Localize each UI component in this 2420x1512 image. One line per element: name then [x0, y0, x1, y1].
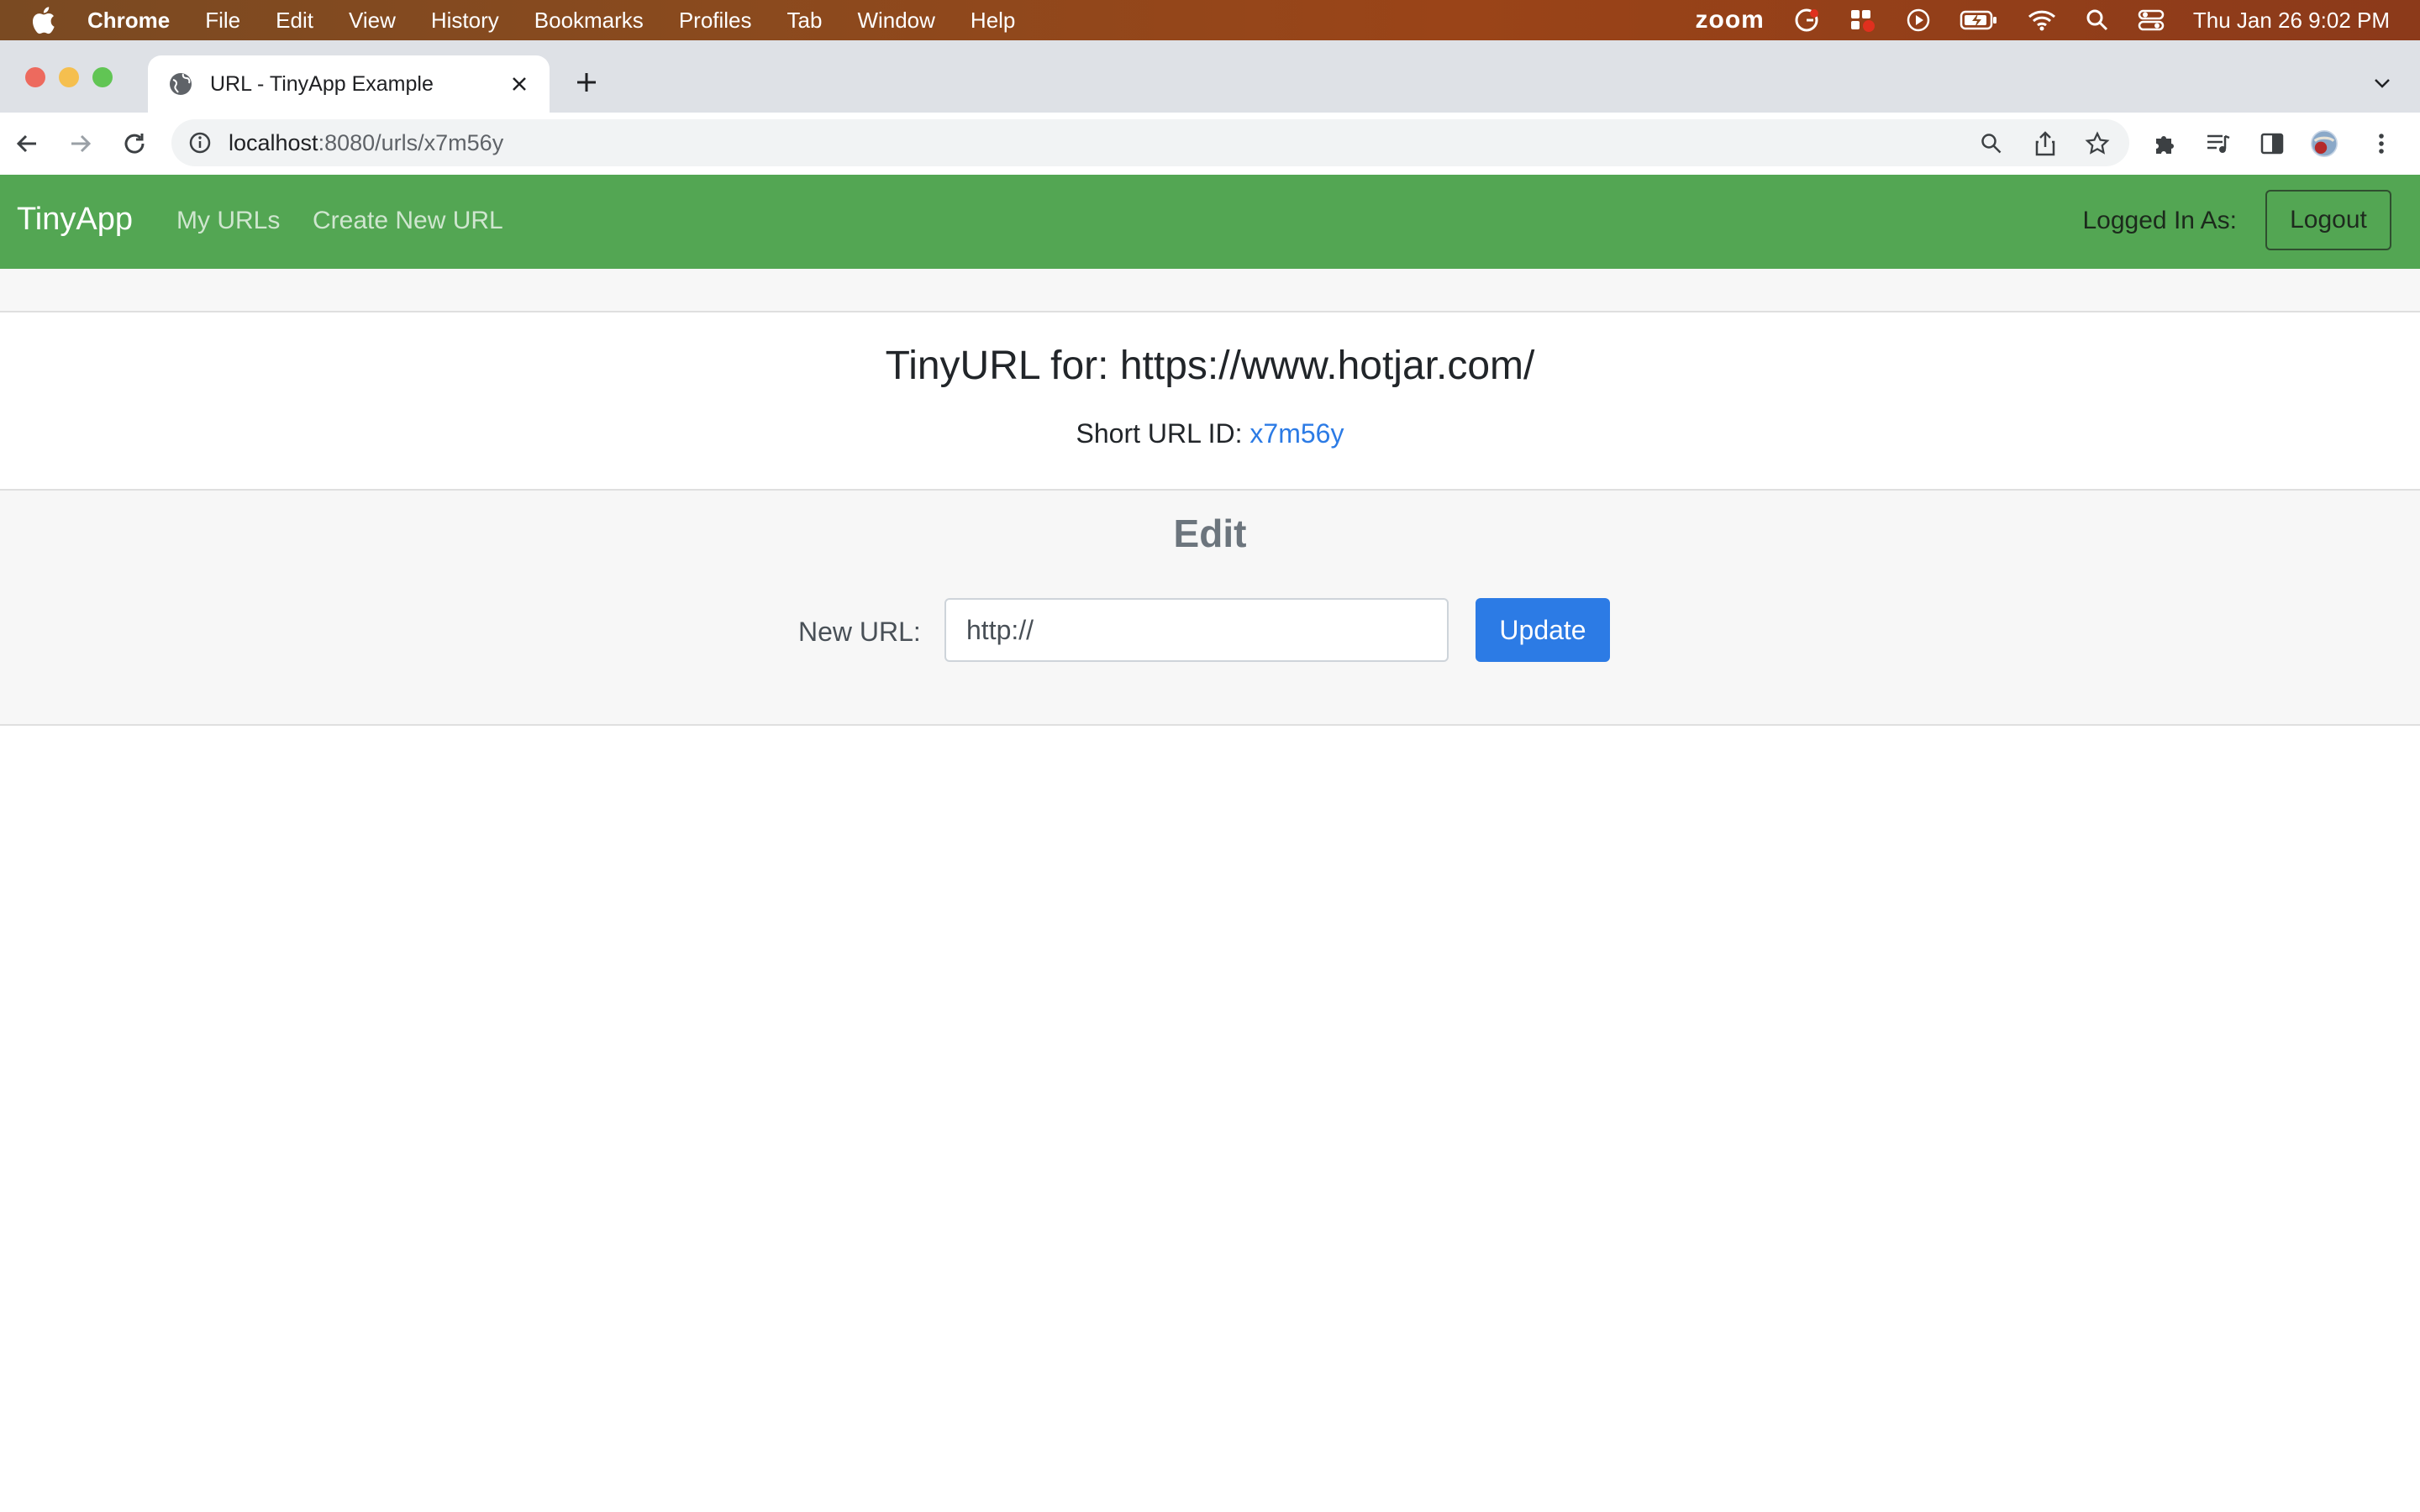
window-minimize-button[interactable] [59, 67, 79, 87]
logout-button[interactable]: Logout [2265, 190, 2391, 250]
update-button[interactable]: Update [1476, 598, 1610, 662]
share-icon[interactable] [2032, 130, 2059, 157]
menu-view[interactable]: View [349, 8, 396, 34]
spotlight-search-icon[interactable] [2086, 8, 2109, 32]
card-header [0, 269, 2420, 312]
address-url[interactable]: localhost:8080/urls/x7m56y [229, 130, 503, 156]
short-url-line: Short URL ID: x7m56y [0, 418, 2420, 449]
chrome-menu-kebab-icon[interactable] [2368, 130, 2395, 157]
side-panel-icon[interactable] [2259, 130, 2286, 157]
reload-icon[interactable] [118, 127, 151, 160]
notification-badge-icon[interactable] [1849, 7, 1877, 34]
play-icon[interactable] [1906, 8, 1931, 33]
site-info-icon[interactable] [188, 131, 212, 155]
menu-help[interactable]: Help [971, 8, 1015, 34]
menu-file[interactable]: File [205, 8, 240, 34]
bookmark-star-icon[interactable] [2084, 130, 2111, 157]
menu-bookmarks[interactable]: Bookmarks [534, 8, 644, 34]
url-host: localhost [229, 130, 318, 155]
menu-profiles[interactable]: Profiles [679, 8, 752, 34]
profile-avatar[interactable] [2311, 130, 2338, 157]
short-url-label: Short URL ID: [1076, 418, 1243, 449]
macos-menubar: Chrome File Edit View History Bookmarks … [0, 0, 2420, 40]
window-close-button[interactable] [25, 67, 45, 87]
new-url-input[interactable] [944, 598, 1449, 662]
window-zoom-button[interactable] [92, 67, 113, 87]
wifi-icon[interactable] [2027, 8, 2057, 32]
menubar-clock[interactable]: Thu Jan 26 9:02 PM [2193, 8, 2390, 34]
control-center-icon[interactable] [2138, 8, 2165, 32]
forward-arrow-icon[interactable] [64, 127, 97, 160]
media-control-icon[interactable] [2205, 130, 2232, 157]
menu-edit[interactable]: Edit [276, 8, 313, 34]
new-tab-plus-icon[interactable] [571, 67, 602, 97]
tab-close-icon[interactable] [506, 71, 533, 97]
card-body [0, 312, 2420, 489]
menu-window[interactable]: Window [857, 8, 934, 34]
new-url-label: New URL: [798, 617, 921, 647]
tab-title: URL - TinyApp Example [210, 71, 434, 96]
menu-tab[interactable]: Tab [787, 8, 823, 34]
menu-history[interactable]: History [431, 8, 499, 34]
zoom-status-icon[interactable]: zoom [1696, 6, 1765, 34]
apple-icon[interactable] [30, 6, 64, 34]
short-url-id-link[interactable]: x7m56y [1249, 418, 1344, 449]
menubar-status-area: zoom Thu Jan 26 9:02 PM [1667, 0, 2390, 40]
zoom-magnifier-icon[interactable] [1978, 130, 2005, 157]
nav-create-new-url-link[interactable]: Create New URL [313, 207, 503, 235]
nav-my-urls-link[interactable]: My URLs [176, 207, 280, 235]
globe-icon [168, 71, 193, 97]
grammarly-icon[interactable] [1793, 7, 1820, 34]
page-title: TinyURL for: https://www.hotjar.com/ [885, 344, 1535, 388]
tab-search-chevron-down-icon[interactable] [2370, 71, 2395, 96]
app-navbar: TinyApp My URLs Create New URL Logged In… [0, 175, 2420, 269]
address-bar[interactable]: localhost:8080/urls/x7m56y [171, 119, 2129, 166]
navbar-brand[interactable]: TinyApp [17, 202, 133, 238]
edit-heading: Edit [1173, 512, 1247, 555]
back-arrow-icon[interactable] [10, 127, 44, 160]
browser-tab-active[interactable]: URL - TinyApp Example [148, 55, 550, 113]
extensions-puzzle-icon[interactable] [2151, 130, 2178, 157]
logged-in-label: Logged In As: [2082, 207, 2238, 234]
battery-icon[interactable] [1960, 9, 1998, 31]
menu-app-name[interactable]: Chrome [87, 8, 170, 34]
url-path: :8080/urls/x7m56y [318, 130, 504, 155]
